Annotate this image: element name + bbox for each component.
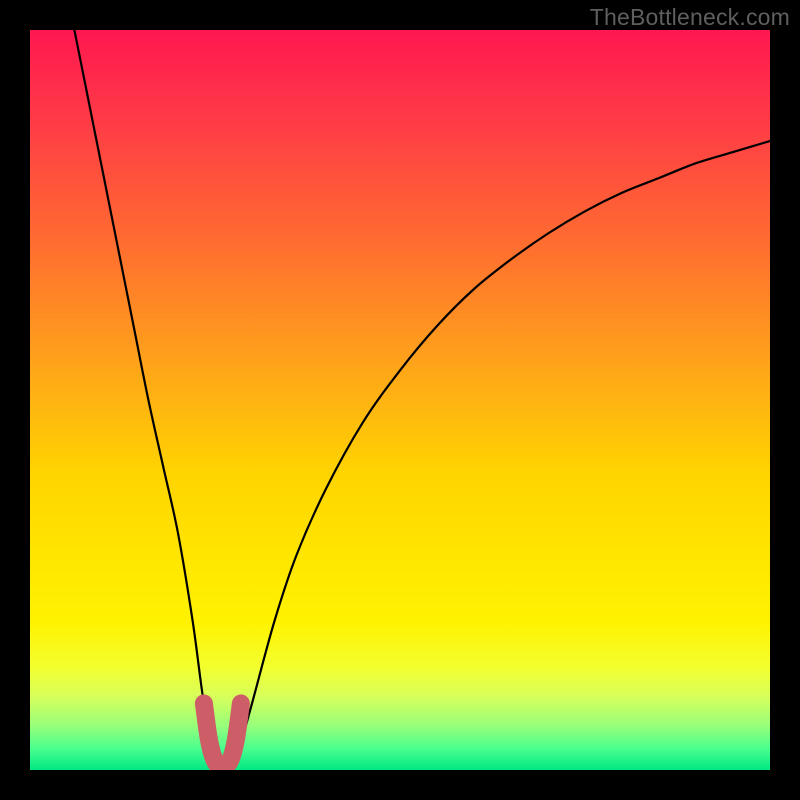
watermark-text: TheBottleneck.com bbox=[590, 4, 790, 31]
plot-area bbox=[30, 30, 770, 770]
bottleneck-chart bbox=[30, 30, 770, 770]
gradient-background bbox=[30, 30, 770, 770]
chart-frame: TheBottleneck.com bbox=[0, 0, 800, 800]
